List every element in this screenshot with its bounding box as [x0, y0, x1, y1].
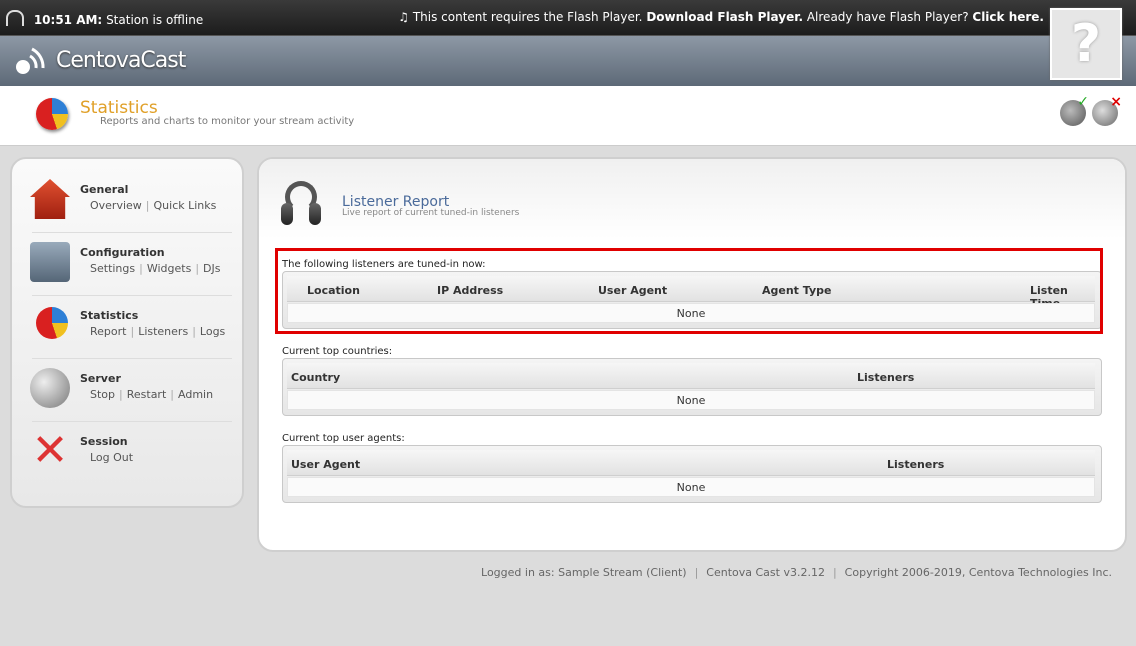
sidebar-link-stop[interactable]: Stop	[90, 388, 115, 401]
link-separator: |	[170, 388, 174, 401]
listener-report-panel: Listener Report Live report of current t…	[257, 157, 1127, 552]
status-text: Station is offline	[106, 13, 204, 27]
sidebar-link-listeners[interactable]: Listeners	[138, 325, 188, 338]
brand-name: CentovaCast	[56, 48, 186, 73]
broadcast-logo-icon	[16, 47, 45, 74]
status-bar: 10:51 AM: Station is offline ♫ This cont…	[0, 0, 1136, 36]
copyright-text: Copyright 2006-2019, Centova Technologie…	[844, 566, 1112, 579]
countries-table: Country Listeners None	[282, 358, 1102, 416]
pie-chart-icon[interactable]	[36, 307, 68, 339]
stop-server-icon[interactable]	[1092, 94, 1122, 126]
sidebar-link-logs[interactable]: Logs	[200, 325, 225, 338]
house-icon[interactable]	[30, 179, 70, 219]
sidebar-link-overview[interactable]: Overview	[90, 199, 142, 212]
footer: Logged in as: Sample Stream (Client) | Cen…	[481, 566, 1112, 579]
click-here-link[interactable]: Click here.	[972, 10, 1044, 24]
link-separator: |	[130, 325, 135, 338]
brand-bar: CentovaCast	[0, 36, 1136, 86]
sidebar-link-quick-links[interactable]: Quick Links	[154, 199, 217, 212]
footer-separator: |	[694, 566, 699, 579]
download-flash-link[interactable]: Download Flash Player.	[646, 10, 803, 24]
sidebar-group-general: General Overview | Quick Links	[12, 167, 242, 227]
column-user-agent[interactable]: User Agent	[291, 458, 360, 471]
link-separator: |	[139, 262, 143, 275]
sidebar-link-report[interactable]: Report	[90, 325, 126, 338]
flash-notice: ♫ This content requires the Flash Player…	[398, 10, 1044, 24]
sidebar-group-session: ✕ Session Log Out	[12, 419, 242, 479]
table-header: User Agent Listeners	[287, 450, 1095, 476]
page-subtitle: Reports and charts to monitor your strea…	[100, 116, 355, 127]
link-separator: |	[145, 199, 150, 212]
page-header: Statistics Reports and charts to monitor…	[0, 86, 1136, 146]
sidebar-link-settings[interactable]: Settings	[90, 262, 135, 275]
close-icon[interactable]: ✕	[30, 429, 70, 473]
sidebar-group-configuration: Configuration Settings | Widgets | DJs	[12, 230, 242, 290]
flash-prefix: This content requires the Flash Player.	[412, 10, 643, 24]
sidebar-title-session[interactable]: Session	[80, 435, 128, 448]
sidebar-group-statistics: Statistics Report | Listeners | Logs	[12, 293, 242, 353]
table-row: None	[287, 477, 1095, 497]
sidebar-link-restart[interactable]: Restart	[127, 388, 167, 401]
headset-icon	[6, 10, 24, 26]
config-icon[interactable]	[30, 242, 70, 282]
user-agents-label: Current top user agents:	[282, 433, 405, 444]
sidebar-group-server: Server Stop | Restart | Admin	[12, 356, 242, 416]
headphones-icon	[281, 181, 321, 225]
sidebar-link-djs[interactable]: DJs	[203, 262, 220, 275]
sidebar: General Overview | Quick Links Configurati…	[10, 157, 244, 508]
start-server-icon[interactable]	[1060, 94, 1089, 126]
status-time: 10:51 AM:	[33, 13, 103, 27]
sidebar-link-log-out[interactable]: Log Out	[90, 451, 133, 464]
logged-in-text: Logged in as: Sample Stream (Client)	[481, 566, 687, 579]
column-listeners[interactable]: Listeners	[887, 458, 944, 471]
user-agents-table: User Agent Listeners None	[282, 445, 1102, 503]
page-title: Statistics	[80, 98, 158, 118]
countries-label: Current top countries:	[282, 346, 393, 357]
column-country[interactable]: Country	[291, 371, 340, 384]
sidebar-title-general[interactable]: General	[80, 183, 128, 196]
footer-separator: |	[832, 566, 837, 579]
link-separator: |	[192, 325, 196, 338]
flash-middle: Already have Flash Player?	[806, 10, 969, 24]
link-separator: |	[195, 262, 200, 275]
satellite-dish-icon[interactable]	[30, 368, 70, 408]
sidebar-title-statistics[interactable]: Statistics	[80, 309, 138, 322]
flash-placeholder-help-icon[interactable]: ?	[1050, 8, 1122, 80]
highlight-box	[275, 248, 1103, 334]
table-row: None	[287, 390, 1095, 410]
pie-chart-icon	[36, 98, 68, 130]
version-text: Centova Cast v3.2.12	[706, 566, 825, 579]
report-subtitle: Live report of current tuned-in listener…	[342, 208, 520, 218]
column-listeners[interactable]: Listeners	[857, 371, 914, 384]
music-note-icon: ♫	[398, 10, 409, 24]
sidebar-title-configuration[interactable]: Configuration	[80, 246, 165, 259]
sidebar-link-admin[interactable]: Admin	[178, 388, 213, 401]
sidebar-title-server[interactable]: Server	[80, 372, 121, 385]
table-header: Country Listeners	[287, 363, 1095, 389]
sidebar-link-widgets[interactable]: Widgets	[147, 262, 191, 275]
link-separator: |	[119, 388, 123, 401]
station-status: 10:51 AM: Station is offline	[6, 10, 203, 27]
